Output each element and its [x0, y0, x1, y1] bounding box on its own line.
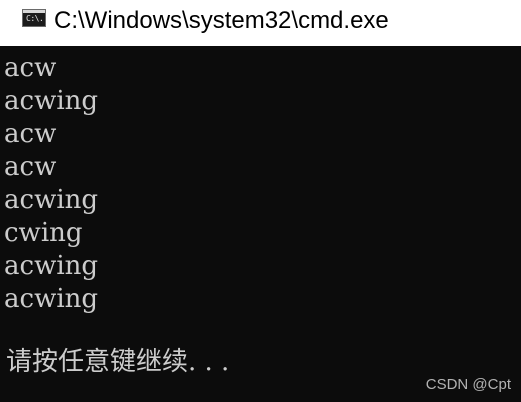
output-line: acw [4, 152, 57, 182]
output-line: acwing [4, 251, 99, 281]
output-line: acwing [4, 185, 99, 215]
press-any-key-prompt: 请按任意键继续. . . [6, 347, 230, 377]
cmd-console-icon[interactable]: C:\. [22, 9, 46, 27]
output-line: acwing [4, 86, 99, 116]
title-bar[interactable]: C:\. C:\Windows\system32\cmd.exe [0, 0, 521, 46]
icon-prompt-glyph: C:\. [26, 14, 44, 23]
console-output[interactable]: acw acwing acw acw acwing cwing acwing a… [0, 52, 521, 402]
icon-titlebar-strip [23, 10, 45, 13]
output-line: acw [4, 53, 57, 83]
output-line: cwing [4, 218, 83, 248]
csdn-watermark: CSDN @Cpt [425, 376, 511, 393]
window-title: C:\Windows\system32\cmd.exe [54, 7, 389, 34]
output-line: acwing [4, 284, 99, 314]
output-line: acw [4, 119, 57, 149]
cmd-window: C:\. C:\Windows\system32\cmd.exe acw acw… [0, 0, 521, 402]
